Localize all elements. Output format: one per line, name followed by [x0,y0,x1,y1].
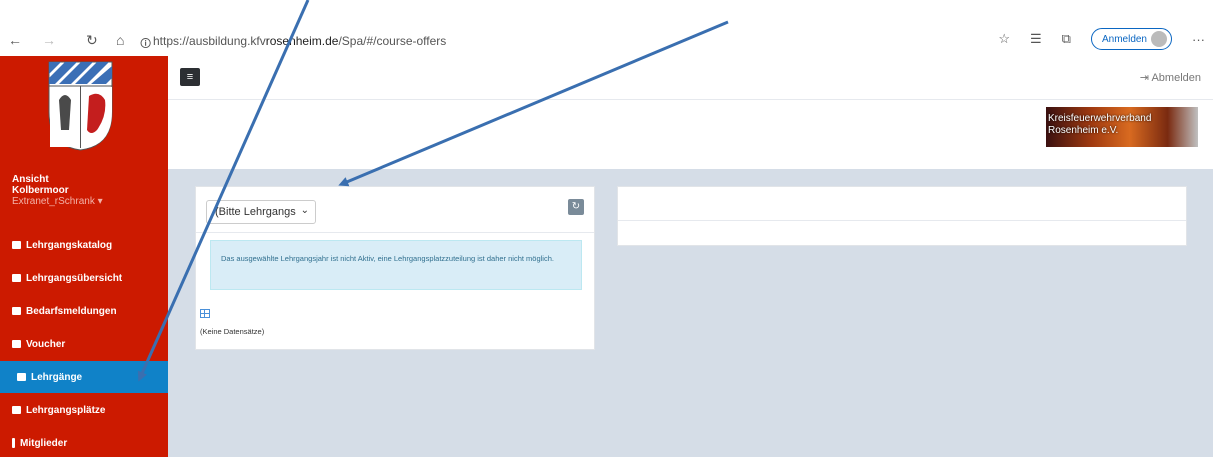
reload-icon[interactable]: ↻ [86,32,98,49]
calendar-icon [12,406,21,414]
user-role-dropdown[interactable]: Extranet_rSchrank ▾ [12,196,103,207]
sidebar-item-label: Lehrgänge [31,371,83,383]
app-header: ≡ ⇥ Abmelden [168,56,1213,100]
course-select[interactable]: (Bitte Lehrgangs ⌄ [206,200,316,224]
favorites-icon[interactable]: ☰ [1030,31,1042,47]
sidebar-item-label: Mitglieder [20,437,68,449]
url-prefix: https://ausbildung.kfv [153,34,266,48]
back-icon[interactable]: ← [8,32,22,48]
url-path: /Spa/#/course-offers [338,34,447,48]
sidebar-item-label: Lehrgangskatalog [26,239,113,251]
user-info: Ansicht Kolbermoor Extranet_rSchrank ▾ [12,174,103,207]
sidebar-item-bedarfsmeldungen[interactable]: Bedarfsmeldungen [0,295,168,327]
clipboard-icon [12,307,21,315]
sidebar-item-label: Lehrgangsplätze [26,404,106,416]
logo-row: Kreisfeuerwehrverband Rosenheim e.V. [168,101,1213,169]
more-icon[interactable]: ··· [1192,32,1205,47]
sidebar-item-lehrgangsplaetze[interactable]: Lehrgangsplätze [0,394,168,426]
chevron-down-icon: ⌄ [300,205,309,216]
divider [618,220,1186,221]
logo-line2: Rosenheim e.V. [1048,125,1119,136]
browser-actions: ☆ ☰ ⧉ Anmelden ··· [998,28,1205,50]
menu-toggle-button[interactable]: ≡ [180,68,200,86]
list-icon [12,241,21,249]
coat-of-arms-logo [48,61,113,151]
favorite-add-icon[interactable]: ☆ [998,31,1010,47]
table-icon[interactable] [200,309,210,318]
site-info-icon[interactable]: 🛈 [140,35,151,54]
divider [196,232,594,233]
calendar-icon [17,373,26,381]
address-bar[interactable]: https://ausbildung.kfvrosenheim.de/Spa/#… [153,34,446,48]
hamburger-icon: ≡ [186,71,194,83]
forward-icon[interactable]: → [42,32,56,48]
list-icon [12,274,21,282]
avatar [1151,31,1167,47]
page: ← → ↻ ⌂ 🛈 https://ausbildung.kfvrosenhei… [0,0,1213,457]
signin-label: Anmelden [1101,33,1147,45]
ticket-icon [12,340,21,348]
course-panel: (Bitte Lehrgangs ⌄ ↻ Das ausgewählte Leh… [195,186,595,350]
logout-link[interactable]: ⇥ Abmelden [1140,71,1201,84]
kfv-logo: Kreisfeuerwehrverband Rosenheim e.V. [1046,107,1198,147]
sidebar-item-lehrgangsuebersicht[interactable]: Lehrgangsübersicht [0,262,168,294]
sidebar-item-mitglieder[interactable]: Mitglieder [0,427,168,457]
refresh-button[interactable]: ↻ [568,199,584,215]
browser-toolbar: ← → ↻ ⌂ 🛈 https://ausbildung.kfvrosenhei… [0,0,1213,56]
sidebar-item-label: Voucher [26,338,66,350]
course-select-value: (Bitte Lehrgangs [215,206,296,218]
sidebar: Ansicht Kolbermoor Extranet_rSchrank ▾ L… [0,56,168,457]
sidebar-item-label: Bedarfsmeldungen [26,305,117,317]
user-unit-label: Kolbermoor [12,185,69,196]
user-role-label: Extranet_rSchrank [12,196,95,207]
info-alert: Das ausgewählte Lehrgangsjahr ist nicht … [210,240,582,290]
sidebar-item-lehrgangskatalog[interactable]: Lehrgangskatalog [0,229,168,261]
sidebar-item-lehrgaenge[interactable]: Lehrgänge [0,361,168,393]
sidebar-item-label: Lehrgangsübersicht [26,272,123,284]
alert-text: Das ausgewählte Lehrgangsjahr ist nicht … [221,254,554,263]
home-icon[interactable]: ⌂ [116,32,124,48]
main-content: (Bitte Lehrgangs ⌄ ↻ Das ausgewählte Leh… [168,169,1213,457]
details-panel [617,186,1187,246]
collections-icon[interactable]: ⧉ [1062,31,1071,47]
profile-signin-button[interactable]: Anmelden [1090,28,1172,50]
refresh-icon: ↻ [571,201,581,212]
empty-state-text: (Keine Datensätze) [200,327,265,336]
user-view-label: Ansicht [12,174,49,185]
person-icon [12,438,15,448]
logout-label: Abmelden [1151,72,1201,84]
logo-line1: Kreisfeuerwehrverband [1048,113,1152,124]
url-host: rosenheim.de [265,34,339,48]
sidebar-item-voucher[interactable]: Voucher [0,328,168,360]
logout-icon: ⇥ [1139,72,1149,84]
